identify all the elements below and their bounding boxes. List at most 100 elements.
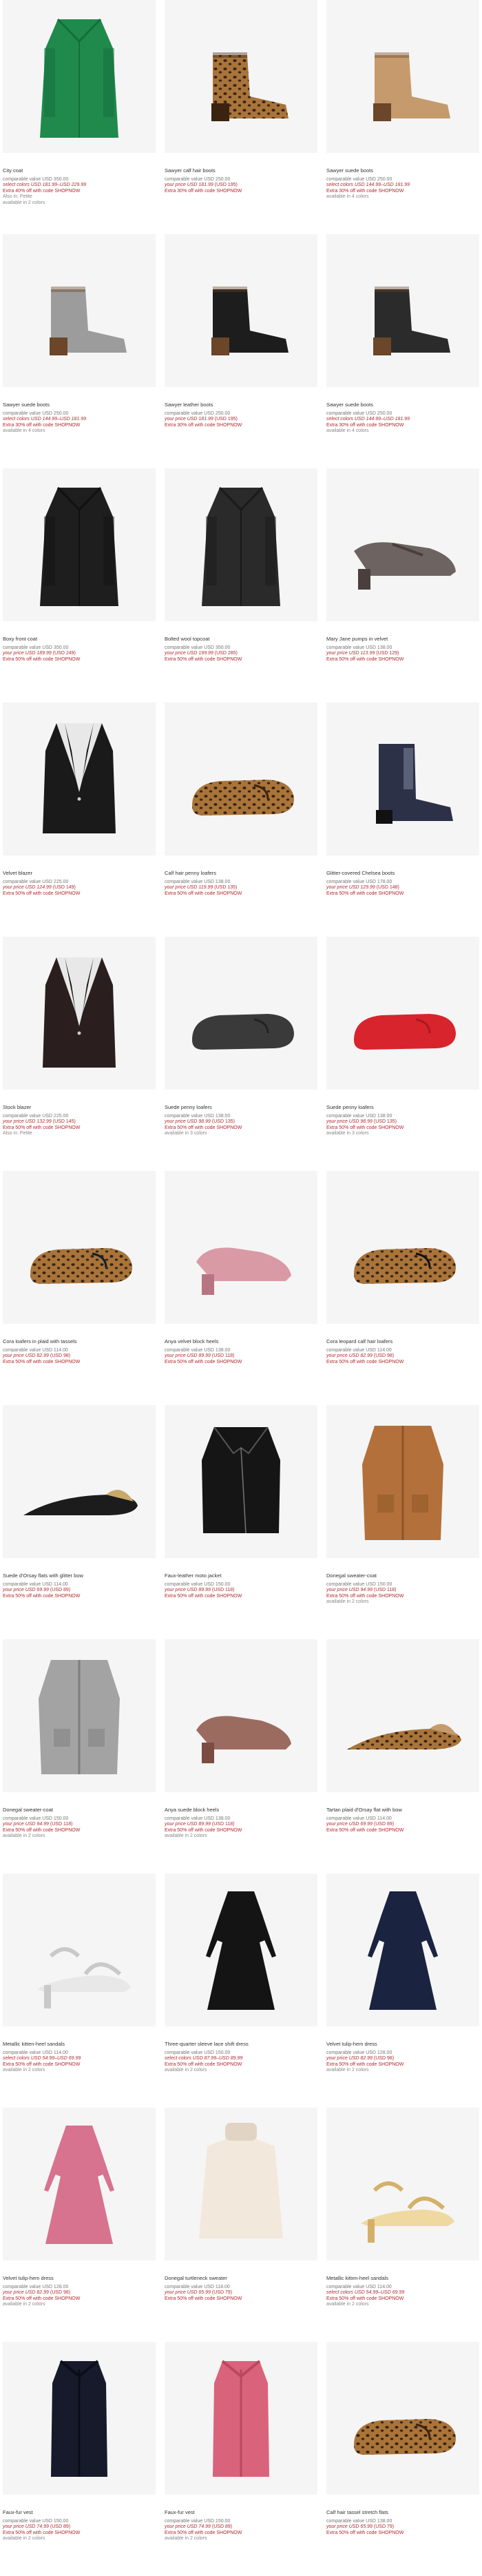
- product-card[interactable]: Donegal sweater-coat comparable value US…: [3, 1639, 156, 1840]
- product-name[interactable]: Metallic kitten-heel sandals: [326, 2275, 479, 2282]
- product-name[interactable]: Velvet tulip-hem dress: [326, 2041, 479, 2048]
- product-name[interactable]: Mary Jane pumps in velvet: [326, 636, 479, 643]
- product-image[interactable]: [165, 0, 317, 153]
- product-card[interactable]: Mary Jane pumps in velvet comparable val…: [326, 468, 479, 663]
- product-image[interactable]: [165, 2342, 317, 2495]
- product-card[interactable]: Cora loafers in plaid with tassels compa…: [3, 1171, 156, 1365]
- product-card[interactable]: Tartan plaid d'Orsay flat with bow compa…: [326, 1639, 479, 1834]
- product-image[interactable]: [326, 468, 479, 621]
- product-name[interactable]: Glitter-covered Chelsea boots: [326, 870, 479, 877]
- product-name[interactable]: Sawyer suede boots: [326, 167, 479, 174]
- product-image[interactable]: [3, 2342, 156, 2495]
- product-image[interactable]: [165, 1639, 317, 1792]
- product-image[interactable]: [326, 0, 479, 153]
- product-card[interactable]: Suede penny loafers comparable value USD…: [326, 937, 479, 1137]
- product-card[interactable]: Metallic kitten-heel sandals comparable …: [3, 1873, 156, 2074]
- product-name[interactable]: Donegal sweater-coat: [326, 1572, 479, 1579]
- product-name[interactable]: Bolted wool topcoat: [165, 636, 317, 643]
- product-name[interactable]: Anya suede block heels: [165, 1807, 317, 1814]
- product-name[interactable]: Sawyer calf hair boots: [165, 167, 317, 174]
- product-card[interactable]: Velvet tulip-hem dress comparable value …: [326, 1873, 479, 2074]
- product-image[interactable]: [165, 1405, 317, 1558]
- product-name[interactable]: Calf hair penny loafers: [165, 870, 317, 877]
- product-name[interactable]: Three-quarter sleeve lace shift dress: [165, 2041, 317, 2048]
- product-card[interactable]: Sawyer leather boots comparable value US…: [165, 234, 317, 428]
- product-card[interactable]: Faux-leather moto jacket comparable valu…: [165, 1405, 317, 1599]
- product-name[interactable]: Suede penny loafers: [326, 1104, 479, 1111]
- product-name[interactable]: City coat: [3, 167, 156, 174]
- product-image[interactable]: [3, 937, 156, 1090]
- product-name[interactable]: Metallic kitten-heel sandals: [3, 2041, 156, 2048]
- product-card[interactable]: Sawyer calf hair boots comparable value …: [165, 0, 317, 194]
- product-name[interactable]: Velvet tulip-hem dress: [3, 2275, 156, 2282]
- product-card[interactable]: Calf hair penny loafers comparable value…: [165, 703, 317, 897]
- product-image[interactable]: [326, 1639, 479, 1792]
- product-name[interactable]: Donegal turtleneck sweater: [165, 2275, 317, 2282]
- product-card[interactable]: Three-quarter sleeve lace shift dress co…: [165, 1873, 317, 2074]
- product-image[interactable]: [326, 2108, 479, 2261]
- product-image[interactable]: [3, 1171, 156, 1324]
- product-name[interactable]: Boxy front coat: [3, 636, 156, 643]
- product-image[interactable]: [165, 1873, 317, 2026]
- product-name[interactable]: Tartan plaid d'Orsay flat with bow: [326, 1807, 479, 1814]
- product-card[interactable]: Calf hair tassel stretch flats comparabl…: [326, 2342, 479, 2536]
- product-name[interactable]: Cora loafers in plaid with tassels: [3, 1338, 156, 1345]
- product-name[interactable]: Cora leopard calf hair loafers: [326, 1338, 479, 1345]
- product-name[interactable]: Sawyer suede boots: [3, 402, 156, 408]
- product-image[interactable]: [165, 1171, 317, 1324]
- product-card[interactable]: Bolted wool topcoat comparable value USD…: [165, 468, 317, 663]
- product-name[interactable]: Sawyer suede boots: [326, 402, 479, 408]
- product-card[interactable]: Donegal turtleneck sweater comparable va…: [165, 2108, 317, 2302]
- product-card[interactable]: Glitter-covered Chelsea boots comparable…: [326, 703, 479, 897]
- product-image[interactable]: [3, 0, 156, 153]
- product-image[interactable]: [326, 937, 479, 1090]
- product-image[interactable]: [326, 703, 479, 855]
- product-name[interactable]: Donegal sweater-coat: [3, 1807, 156, 1814]
- product-card[interactable]: Faux-fur vest comparable value USD 150.0…: [165, 2342, 317, 2542]
- product-card[interactable]: Metallic kitten-heel sandals comparable …: [326, 2108, 479, 2308]
- product-card[interactable]: Boxy front coat comparable value USD 350…: [3, 468, 156, 663]
- product-card[interactable]: Velvet blazer comparable value USD 225.0…: [3, 703, 156, 897]
- availability-text: available in 2 colors: [165, 1834, 207, 1839]
- product-name[interactable]: Calf hair tassel stretch flats: [326, 2509, 479, 2516]
- product-image[interactable]: [165, 468, 317, 621]
- product-image[interactable]: [3, 1405, 156, 1558]
- product-card[interactable]: Velvet tulip-hem dress comparable value …: [3, 2108, 156, 2308]
- product-name[interactable]: Faux-fur vest: [3, 2509, 156, 2516]
- product-name[interactable]: Suede d'Orsay flats with glitter bow: [3, 1572, 156, 1579]
- product-image[interactable]: [3, 2108, 156, 2261]
- product-name[interactable]: Sawyer leather boots: [165, 402, 317, 408]
- product-name[interactable]: Faux-fur vest: [165, 2509, 317, 2516]
- product-card[interactable]: Sawyer suede boots comparable value USD …: [3, 234, 156, 435]
- product-name[interactable]: Anya velvet block heels: [165, 1338, 317, 1345]
- product-image[interactable]: [3, 468, 156, 621]
- product-card[interactable]: Suede d'Orsay flats with glitter bow com…: [3, 1405, 156, 1599]
- product-card[interactable]: Sawyer suede boots comparable value USD …: [326, 0, 479, 200]
- product-image[interactable]: [3, 703, 156, 855]
- product-card[interactable]: Anya suede block heels comparable value …: [165, 1639, 317, 1840]
- product-card[interactable]: Faux-fur vest comparable value USD 150.0…: [3, 2342, 156, 2542]
- product-image[interactable]: [326, 2342, 479, 2495]
- product-card[interactable]: Donegal sweater-coat comparable value US…: [326, 1405, 479, 1606]
- product-card[interactable]: Cora leopard calf hair loafers comparabl…: [326, 1171, 479, 1365]
- product-image[interactable]: [326, 1405, 479, 1558]
- product-image[interactable]: [3, 234, 156, 387]
- product-card[interactable]: Anya velvet block heels comparable value…: [165, 1171, 317, 1365]
- product-name[interactable]: Stock blazer: [3, 1104, 156, 1111]
- product-image[interactable]: [3, 1639, 156, 1792]
- product-image[interactable]: [165, 937, 317, 1090]
- product-card[interactable]: Sawyer suede boots comparable value USD …: [326, 234, 479, 435]
- product-name[interactable]: Suede penny loafers: [165, 1104, 317, 1111]
- product-image[interactable]: [326, 1873, 479, 2026]
- product-name[interactable]: Velvet blazer: [3, 870, 156, 877]
- product-card[interactable]: Stock blazer comparable value USD 225.00…: [3, 937, 156, 1137]
- product-image[interactable]: [326, 234, 479, 387]
- product-image[interactable]: [165, 2108, 317, 2261]
- product-image[interactable]: [326, 1171, 479, 1324]
- product-image[interactable]: [165, 703, 317, 855]
- product-image[interactable]: [165, 234, 317, 387]
- product-name[interactable]: Faux-leather moto jacket: [165, 1572, 317, 1579]
- product-image[interactable]: [3, 1873, 156, 2026]
- product-card[interactable]: City coat comparable value USD 350.00 se…: [3, 0, 156, 207]
- product-card[interactable]: Suede penny loafers comparable value USD…: [165, 937, 317, 1137]
